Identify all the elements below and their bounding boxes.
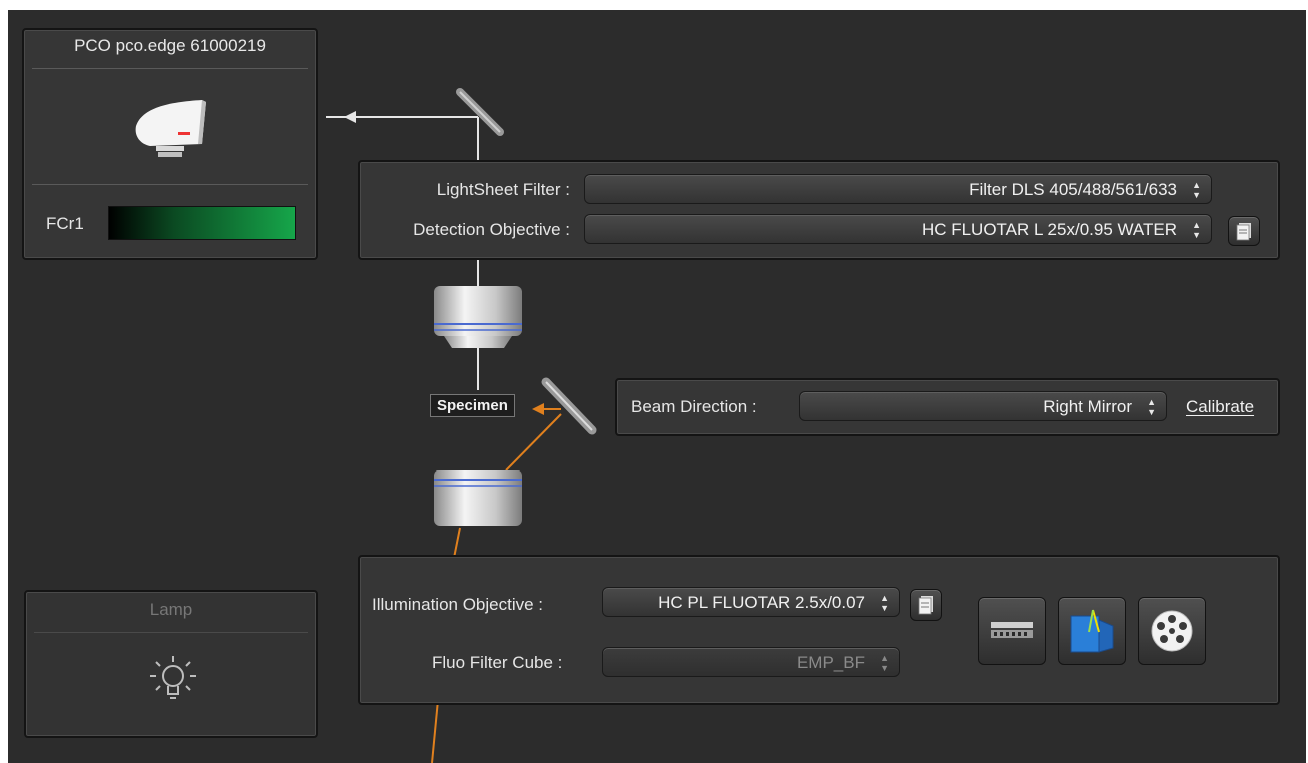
illumination-objective-value: HC PL FLUOTAR 2.5x/0.07 (658, 593, 865, 612)
illumination-objective-select[interactable]: HC PL FLUOTAR 2.5x/0.07 ▲︎ ▼︎ (602, 587, 900, 617)
detection-path-arrowhead (344, 111, 356, 123)
illumination-beam-bottom (431, 699, 439, 763)
slide-holder-icon (991, 622, 1033, 638)
specimen-label: Specimen (430, 394, 515, 417)
lightsheet-filter-label: LightSheet Filter : (436, 180, 570, 199)
illumination-objective-label: Illumination Objective : (372, 595, 544, 614)
camera-panel-divider (32, 184, 308, 185)
lamp-divider (34, 632, 308, 633)
slide-holder-button[interactable] (978, 597, 1046, 665)
beam-direction-value: Right Mirror (1043, 397, 1132, 416)
illumination-objective-info-button[interactable] (910, 589, 942, 621)
illumination-beam-to-mirror (505, 413, 562, 471)
illumination-beam-arrowhead (532, 403, 544, 415)
filter-wheel-icon (1151, 610, 1193, 652)
camera-panel[interactable]: PCO pco.edge 61000219 FCr1 (22, 28, 318, 260)
filter-cube-label: Fluo Filter Cube : (432, 653, 563, 672)
filter-cube-value: EMP_BF (796, 653, 865, 672)
lightsheet-filter-value: Filter DLS 405/488/561/633 (969, 180, 1177, 199)
objective-info-button[interactable] (1228, 216, 1260, 246)
top-mirror-edge (459, 91, 501, 133)
camera-title-divider (32, 68, 308, 69)
select-arrows-icon: ▲︎ ▼︎ (880, 653, 889, 673)
document-icon (1236, 223, 1251, 241)
light-path-tool-button[interactable] (1058, 597, 1126, 665)
lightsheet-filter-select[interactable]: Filter DLS 405/488/561/633 ▲︎ ▼︎ (584, 174, 1212, 204)
light-path-canvas: PCO pco.edge 61000219 FCr1 LightSheet Fi… (8, 10, 1306, 763)
detection-panel: LightSheet Filter : Filter DLS 405/488/5… (358, 160, 1280, 260)
detection-objective-value: HC FLUOTAR L 25x/0.95 WATER (921, 220, 1177, 239)
channel-intensity-bar[interactable] (108, 206, 296, 240)
beam-direction-label: Beam Direction : (631, 397, 757, 416)
channel-label: FCr1 (46, 214, 84, 233)
select-arrows-icon: ▲︎ ▼︎ (1192, 220, 1201, 240)
lightbulb-icon (150, 656, 196, 699)
light-path-tool-icon (1070, 609, 1114, 653)
filter-cube-select[interactable]: EMP_BF ▲︎ ▼︎ (602, 647, 900, 677)
illumination-panel: Illumination Objective : HC PL FLUOTAR 2… (358, 555, 1280, 705)
calibrate-link[interactable]: Calibrate (1186, 397, 1254, 417)
camera-title: PCO pco.edge 61000219 (74, 36, 266, 55)
detection-objective-graphic (434, 286, 522, 348)
filter-wheel-button[interactable] (1138, 597, 1206, 665)
camera-icon (135, 100, 206, 157)
lamp-panel[interactable]: Lamp (24, 590, 318, 738)
detection-objective-select[interactable]: HC FLUOTAR L 25x/0.95 WATER ▲︎ ▼︎ (584, 214, 1212, 244)
beam-direction-select[interactable]: Right Mirror ▲︎ ▼︎ (799, 391, 1167, 421)
select-arrows-icon: ▲︎ ▼︎ (880, 593, 889, 613)
illumination-objective-graphic (434, 470, 522, 526)
detection-objective-label: Detection Objective : (413, 220, 570, 239)
beam-direction-panel: Beam Direction : Right Mirror ▲︎ ▼︎ Calib… (615, 378, 1280, 436)
select-arrows-icon: ▲︎ ▼︎ (1192, 180, 1201, 200)
select-arrows-icon: ▲︎ ▼︎ (1147, 397, 1156, 417)
document-icon (918, 596, 933, 615)
lamp-title: Lamp (149, 600, 193, 619)
